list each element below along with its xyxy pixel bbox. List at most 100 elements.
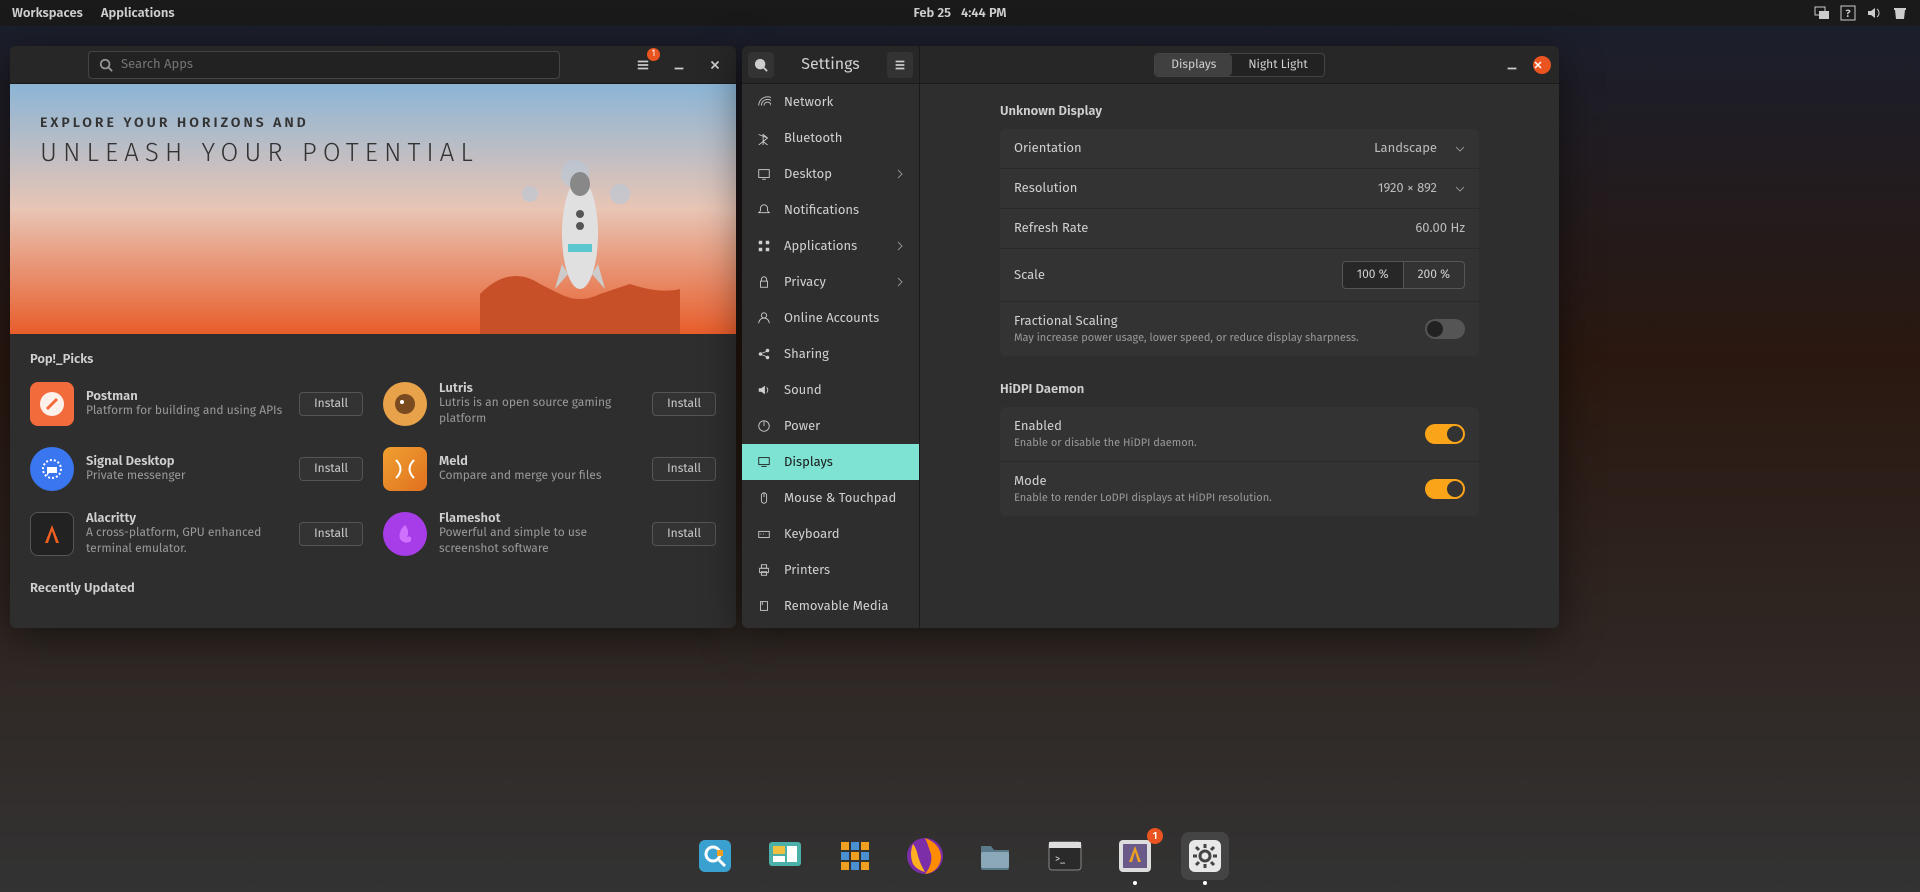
dock-item-settings[interactable] xyxy=(1181,832,1229,880)
dock-item-applications[interactable] xyxy=(831,832,879,880)
minimize-button[interactable] xyxy=(1499,52,1525,78)
install-button[interactable]: Install xyxy=(299,457,363,481)
display-settings-panel: Orientation Landscape Resolution 1920 × … xyxy=(1000,129,1479,356)
sidebar-item-online-accounts[interactable]: Online Accounts xyxy=(742,300,919,336)
row-hidpi-mode: Mode Enable to render LoDPI displays at … xyxy=(1000,462,1479,516)
sidebar-item-label: Applications xyxy=(784,239,857,254)
dock-item-workspaces[interactable] xyxy=(761,832,809,880)
volume-icon[interactable] xyxy=(1866,5,1882,21)
settings-header-right: Displays Night Light xyxy=(920,46,1559,84)
chevron-down-icon xyxy=(1455,144,1465,154)
tab-night-light[interactable]: Night Light xyxy=(1232,54,1323,76)
minimize-button[interactable] xyxy=(666,52,692,78)
chevron-down-icon xyxy=(1455,184,1465,194)
sidebar-item-keyboard[interactable]: Keyboard xyxy=(742,516,919,552)
svg-text:>_: >_ xyxy=(1055,853,1066,865)
hamburger-button[interactable] xyxy=(887,52,913,78)
sidebar-item-label: Mouse & Touchpad xyxy=(784,491,896,506)
row-hidpi-enabled: Enabled Enable or disable the HiDPI daem… xyxy=(1000,407,1479,462)
sidebar-item-label: Removable Media xyxy=(784,599,888,614)
sidebar-item-desktop[interactable]: Desktop xyxy=(742,156,919,192)
lock-icon xyxy=(756,274,772,290)
install-button[interactable]: Install xyxy=(652,392,716,416)
sidebar-item-removable-media[interactable]: Removable Media xyxy=(742,588,919,624)
sidebar-item-label: Power xyxy=(784,419,820,434)
close-button[interactable] xyxy=(702,52,728,78)
row-fractional-scaling: Fractional Scaling May increase power us… xyxy=(1000,302,1479,356)
row-resolution[interactable]: Resolution 1920 × 892 xyxy=(1000,169,1479,209)
scale-200-button[interactable]: 200 % xyxy=(1404,262,1464,288)
app-card[interactable]: Signal DesktopPrivate messenger Install xyxy=(30,441,363,497)
dock-badge: 1 xyxy=(1147,828,1163,844)
picks-title: Pop!_Picks xyxy=(10,334,736,375)
dock-item-pop-shop[interactable]: 1 xyxy=(1111,832,1159,880)
workspaces-button[interactable]: Workspaces xyxy=(12,6,83,21)
row-orientation[interactable]: Orientation Landscape xyxy=(1000,129,1479,169)
sidebar-item-label: Displays xyxy=(784,455,833,470)
tab-displays[interactable]: Displays xyxy=(1155,54,1232,76)
dock-item-search[interactable] xyxy=(691,832,739,880)
dock-item-files[interactable] xyxy=(971,832,1019,880)
app-card[interactable]: LutrisLutris is an open source gaming pl… xyxy=(383,375,716,433)
group-hidpi-daemon: HiDPI Daemon xyxy=(1000,382,1479,397)
group-unknown-display: Unknown Display xyxy=(1000,104,1479,119)
install-button[interactable]: Install xyxy=(652,522,716,546)
applications-button[interactable]: Applications xyxy=(101,6,175,21)
sidebar-item-sound[interactable]: Sound xyxy=(742,372,919,408)
bluetooth-icon xyxy=(756,130,772,146)
dock-item-firefox[interactable] xyxy=(901,832,949,880)
row-refresh-rate: Refresh Rate 60.00 Hz xyxy=(1000,209,1479,249)
media-icon xyxy=(756,598,772,614)
fractional-scaling-toggle[interactable] xyxy=(1425,319,1465,339)
trash-icon[interactable] xyxy=(1892,5,1908,21)
install-button[interactable]: Install xyxy=(299,522,363,546)
chevron-right-icon xyxy=(895,277,905,287)
sidebar-item-label: Bluetooth xyxy=(784,131,842,146)
row-scale: Scale 100 % 200 % xyxy=(1000,249,1479,302)
sidebar-item-label: Sound xyxy=(784,383,822,398)
sidebar-item-mouse-touchpad[interactable]: Mouse & Touchpad xyxy=(742,480,919,516)
app-card[interactable]: PostmanPlatform for building and using A… xyxy=(30,375,363,433)
power-icon xyxy=(756,418,772,434)
rocket-illustration xyxy=(480,144,680,334)
app-card[interactable]: AlacrittyA cross-platform, GPU enhanced … xyxy=(30,505,363,563)
hidpi-enabled-toggle[interactable] xyxy=(1425,424,1465,444)
sidebar-item-label: Keyboard xyxy=(784,527,840,542)
bell-icon xyxy=(756,202,772,218)
install-button[interactable]: Install xyxy=(299,392,363,416)
search-button[interactable] xyxy=(748,52,774,78)
clock[interactable]: Feb 25 4:44 PM xyxy=(914,6,1007,21)
sidebar-item-power[interactable]: Power xyxy=(742,408,919,444)
app-card[interactable]: FlameshotPowerful and simple to use scre… xyxy=(383,505,716,563)
install-button[interactable]: Install xyxy=(652,457,716,481)
dock: >_ 1 xyxy=(681,826,1239,886)
hidpi-mode-toggle[interactable] xyxy=(1425,479,1465,499)
sidebar-item-network[interactable]: Network xyxy=(742,84,919,120)
sidebar-item-sharing[interactable]: Sharing xyxy=(742,336,919,372)
app-icon-lutris xyxy=(383,382,427,426)
apps-icon xyxy=(756,238,772,254)
sidebar-item-label: Privacy xyxy=(784,275,826,290)
sidebar-item-bluetooth[interactable]: Bluetooth xyxy=(742,120,919,156)
scale-100-button[interactable]: 100 % xyxy=(1343,262,1404,288)
printer-icon xyxy=(756,562,772,578)
app-icon-postman xyxy=(30,382,74,426)
help-icon[interactable]: ? xyxy=(1840,5,1856,21)
sidebar-item-applications[interactable]: Applications xyxy=(742,228,919,264)
sidebar-item-displays[interactable]: Displays xyxy=(742,444,919,480)
search-input[interactable] xyxy=(88,51,560,79)
sidebar-item-notifications[interactable]: Notifications xyxy=(742,192,919,228)
dock-item-terminal[interactable]: >_ xyxy=(1041,832,1089,880)
search-icon xyxy=(99,58,113,72)
updates-menu-button[interactable]: 1 xyxy=(630,52,656,78)
updates-badge: 1 xyxy=(647,48,660,61)
app-icon-flameshot xyxy=(383,512,427,556)
sidebar-item-printers[interactable]: Printers xyxy=(742,552,919,588)
screen-icon[interactable] xyxy=(1814,5,1830,21)
mouse-icon xyxy=(756,490,772,506)
banner[interactable]: EXPLORE YOUR HORIZONS AND UNLEASH YOUR P… xyxy=(10,84,736,334)
sidebar-item-privacy[interactable]: Privacy xyxy=(742,264,919,300)
keyboard-icon xyxy=(756,526,772,542)
app-card[interactable]: MeldCompare and merge your files Install xyxy=(383,441,716,497)
close-button[interactable] xyxy=(1533,56,1551,74)
